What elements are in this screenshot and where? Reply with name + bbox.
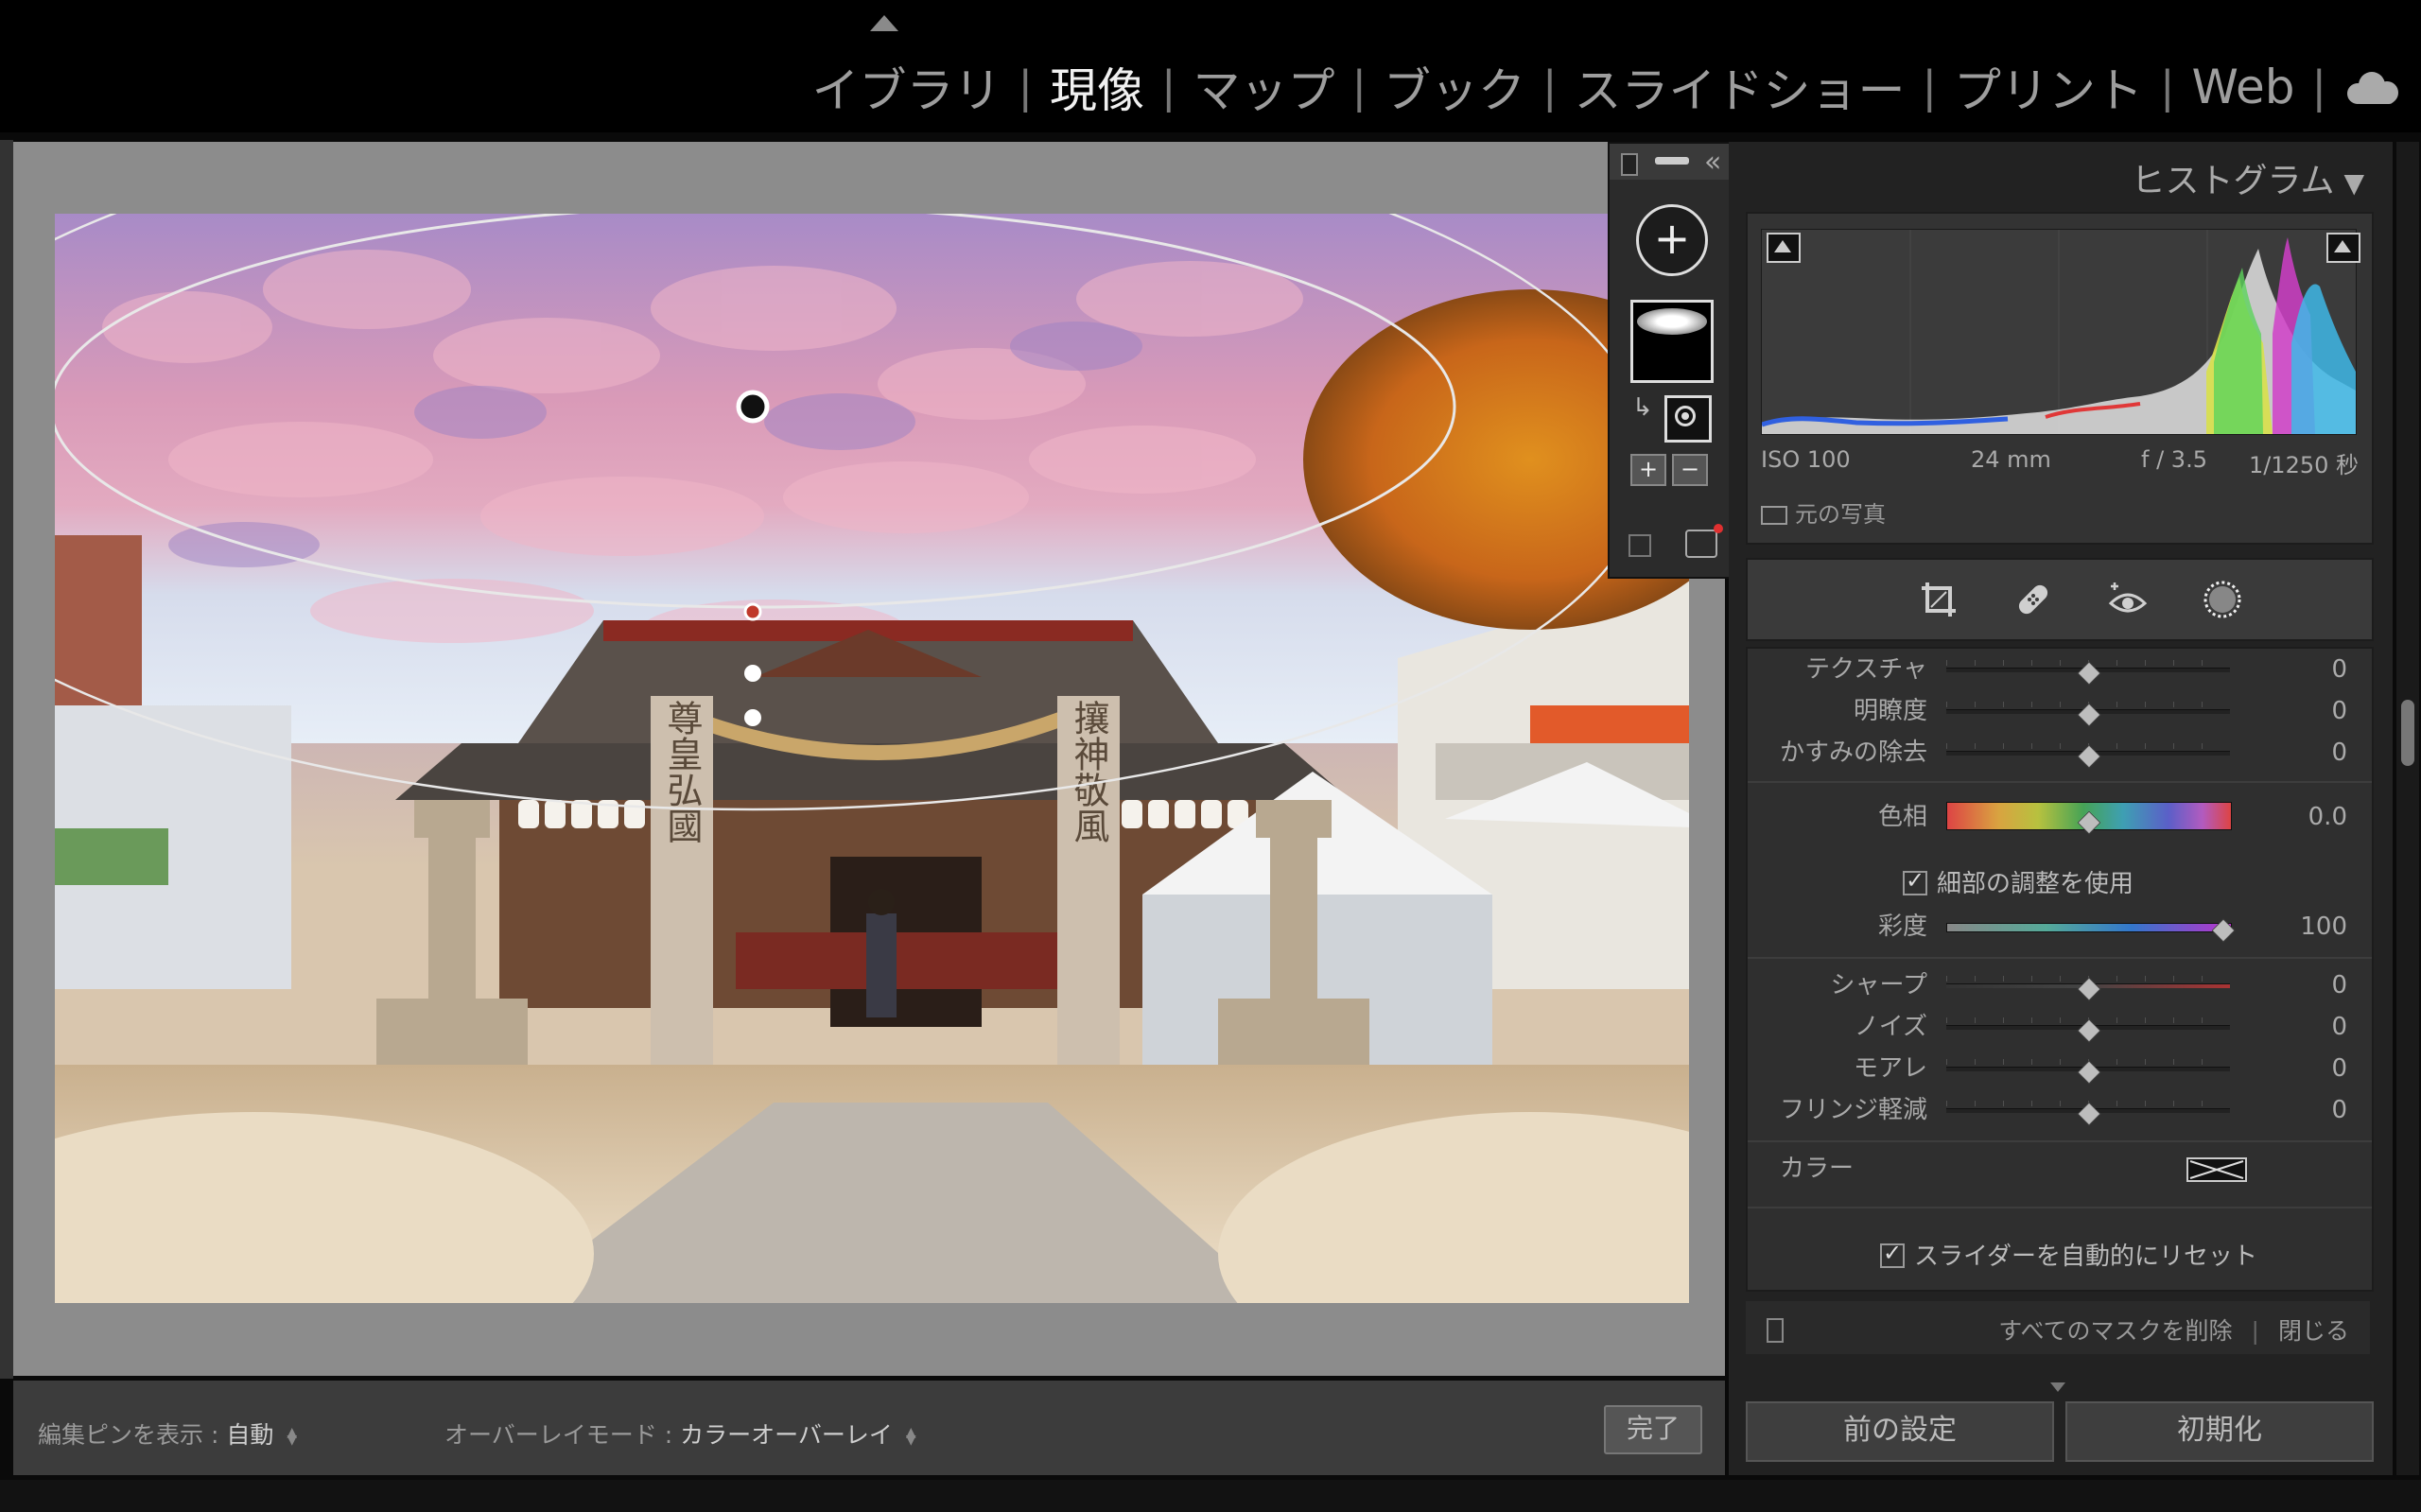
noise-value[interactable]: 0 bbox=[2331, 1006, 2347, 1048]
subtract-from-mask-button[interactable]: − bbox=[1672, 454, 1708, 486]
subtract-arrow-icon: ↳ bbox=[1632, 393, 1653, 422]
bottom-toolbar: 編集ピンを表示 : 自動 ▲ ▼ オーバーレイモード : カラーオーバーレイ ▲ ▼ 完了 bbox=[13, 1381, 1725, 1475]
histogram-panel: ISO 100 24 mm f / 3.5 1/1250 秒 元の写真 bbox=[1746, 212, 2374, 545]
panel-scrollbar[interactable] bbox=[2396, 142, 2419, 1475]
mask-adjustments: テクスチャ 0 明瞭度 0 かすみの除去 0 色相 0.0 細部の調整を使用 彩… bbox=[1746, 647, 2374, 1292]
panel-toggle-icon[interactable] bbox=[1767, 1318, 1784, 1343]
healing-icon[interactable] bbox=[2012, 579, 2054, 620]
auto-reset-toggle[interactable]: スライダーを自動的にリセット bbox=[1880, 1237, 2257, 1272]
panel-scrollbar-thumb[interactable] bbox=[2401, 700, 2414, 766]
module-map[interactable]: マップ bbox=[1193, 53, 1334, 121]
done-button[interactable]: 完了 bbox=[1604, 1405, 1702, 1454]
aperture-readout: f / 3.5 bbox=[2141, 446, 2207, 473]
top-panel-toggle[interactable] bbox=[870, 15, 898, 31]
radial-gradient-component[interactable] bbox=[1664, 395, 1712, 443]
delete-all-masks-button[interactable]: すべてのマスクを削除 bbox=[1998, 1317, 2232, 1345]
overlay-mode-value[interactable]: カラーオーバーレイ bbox=[680, 1421, 893, 1449]
palette-drag-handle[interactable] bbox=[1655, 157, 1689, 165]
module-slideshow[interactable]: スライドショー bbox=[1574, 53, 1905, 121]
defringe-value[interactable]: 0 bbox=[2331, 1089, 2347, 1131]
add-to-mask-button[interactable]: + bbox=[1630, 454, 1666, 486]
slider-texture: テクスチャ 0 bbox=[1748, 649, 2372, 690]
palette-header[interactable]: « bbox=[1610, 144, 1731, 180]
shadow-clipping-button[interactable] bbox=[1767, 233, 1801, 263]
auto-reset-checkbox[interactable] bbox=[1880, 1240, 1905, 1268]
previous-settings-button[interactable]: 前の設定 bbox=[1746, 1401, 2054, 1462]
mask-thumbnail[interactable] bbox=[1630, 300, 1714, 383]
clarity-value[interactable]: 0 bbox=[2331, 690, 2347, 732]
no-color-icon bbox=[2189, 1160, 2244, 1179]
module-library[interactable]: イブラリ bbox=[811, 53, 1001, 121]
close-masks-button[interactable]: 閉じる bbox=[2278, 1317, 2349, 1345]
module-bar: イブラリ | 現像 | マップ | ブック | スライドショー | プリント |… bbox=[0, 0, 2421, 132]
show-overlay-checkbox[interactable] bbox=[1629, 534, 1651, 557]
histogram-graph[interactable] bbox=[1761, 229, 2357, 435]
slider-sharpness: シャープ 0 bbox=[1748, 965, 2372, 1006]
hue-value[interactable]: 0.0 bbox=[2308, 796, 2347, 838]
color-swatch[interactable] bbox=[2186, 1157, 2247, 1182]
iso-readout: ISO 100 bbox=[1761, 446, 1851, 473]
saturation-slider[interactable] bbox=[1946, 923, 2232, 932]
focal-length-readout: 24 mm bbox=[1971, 446, 2051, 473]
photo[interactable]: 尊皇弘國 攘神敬風 bbox=[55, 214, 1689, 1303]
panel-expand-arrow[interactable] bbox=[2050, 1382, 2065, 1392]
histogram-plot bbox=[1761, 230, 2356, 434]
filmstrip-edge bbox=[0, 1480, 2421, 1512]
slider-defringe: フリンジ軽減 0 bbox=[1748, 1089, 2372, 1131]
crop-icon[interactable] bbox=[1918, 579, 1959, 620]
fine-adjust-checkbox[interactable] bbox=[1903, 867, 1927, 895]
original-photo-toggle[interactable]: 元の写真 bbox=[1761, 495, 1886, 529]
slider-moire: モアレ 0 bbox=[1748, 1048, 2372, 1089]
cloud-icon[interactable] bbox=[2347, 70, 2398, 104]
palette-panel-icon[interactable] bbox=[1621, 153, 1638, 176]
tool-strip bbox=[1746, 558, 2374, 641]
dehaze-value[interactable]: 0 bbox=[2331, 732, 2347, 773]
moire-value[interactable]: 0 bbox=[2331, 1048, 2347, 1089]
auto-show-overlay-icon[interactable] bbox=[1685, 524, 1723, 558]
left-panel-edge[interactable] bbox=[0, 140, 13, 1379]
highlight-clipping-button[interactable] bbox=[2326, 233, 2360, 263]
photo-scene: 尊皇弘國 攘神敬風 bbox=[55, 214, 1689, 1303]
color-row: カラー bbox=[1748, 1148, 2372, 1190]
module-web[interactable]: Web bbox=[2191, 60, 2294, 114]
slider-hue: 色相 0.0 bbox=[1748, 796, 2372, 838]
create-mask-button[interactable]: + bbox=[1636, 204, 1708, 276]
slider-saturation: 彩度 100 bbox=[1748, 906, 2372, 947]
stepper-icon[interactable]: ▲ ▼ bbox=[287, 1426, 297, 1447]
module-picker: イブラリ | 現像 | マップ | ブック | スライドショー | プリント |… bbox=[811, 57, 2398, 118]
module-book[interactable]: ブック bbox=[1384, 53, 1525, 121]
saturation-value[interactable]: 100 bbox=[2300, 906, 2347, 947]
stepper-icon[interactable]: ▲ ▼ bbox=[906, 1426, 916, 1447]
sharpness-value[interactable]: 0 bbox=[2331, 965, 2347, 1006]
collapse-triangle-icon[interactable]: ▼ bbox=[2343, 167, 2364, 199]
masking-icon[interactable] bbox=[2202, 579, 2243, 620]
edit-pins-value[interactable]: 自動 bbox=[226, 1421, 273, 1449]
slider-dehaze: かすみの除去 0 bbox=[1748, 732, 2372, 773]
right-pillar-inscription: 攘神敬風 bbox=[1068, 700, 1109, 843]
histogram-header[interactable]: ヒストグラム ▼ bbox=[2081, 153, 2364, 202]
overlay-mode-control[interactable]: オーバーレイモード : カラーオーバーレイ ▲ ▼ bbox=[444, 1416, 916, 1451]
reset-button[interactable]: 初期化 bbox=[2065, 1401, 2374, 1462]
red-eye-icon[interactable] bbox=[2107, 579, 2149, 620]
slider-clarity: 明瞭度 0 bbox=[1748, 690, 2372, 732]
module-print[interactable]: プリント bbox=[1954, 53, 2143, 121]
left-pillar-inscription: 尊皇弘國 bbox=[661, 700, 703, 843]
slider-noise: ノイズ 0 bbox=[1748, 1006, 2372, 1048]
edit-pins-control[interactable]: 編集ピンを表示 : 自動 ▲ ▼ bbox=[38, 1416, 297, 1451]
shutter-readout: 1/1250 秒 bbox=[2248, 452, 2359, 478]
fine-adjust-toggle[interactable]: 細部の調整を使用 bbox=[1903, 864, 2134, 899]
mask-footer: すべてのマスクを削除 | 閉じる bbox=[1746, 1301, 2370, 1354]
collapse-icon[interactable]: « bbox=[1704, 146, 1721, 179]
mask-palette: « + ↳ + − bbox=[1608, 142, 1733, 579]
texture-value[interactable]: 0 bbox=[2331, 649, 2347, 690]
module-develop[interactable]: 現像 bbox=[1050, 53, 1144, 121]
original-photo-checkbox[interactable] bbox=[1761, 506, 1787, 525]
